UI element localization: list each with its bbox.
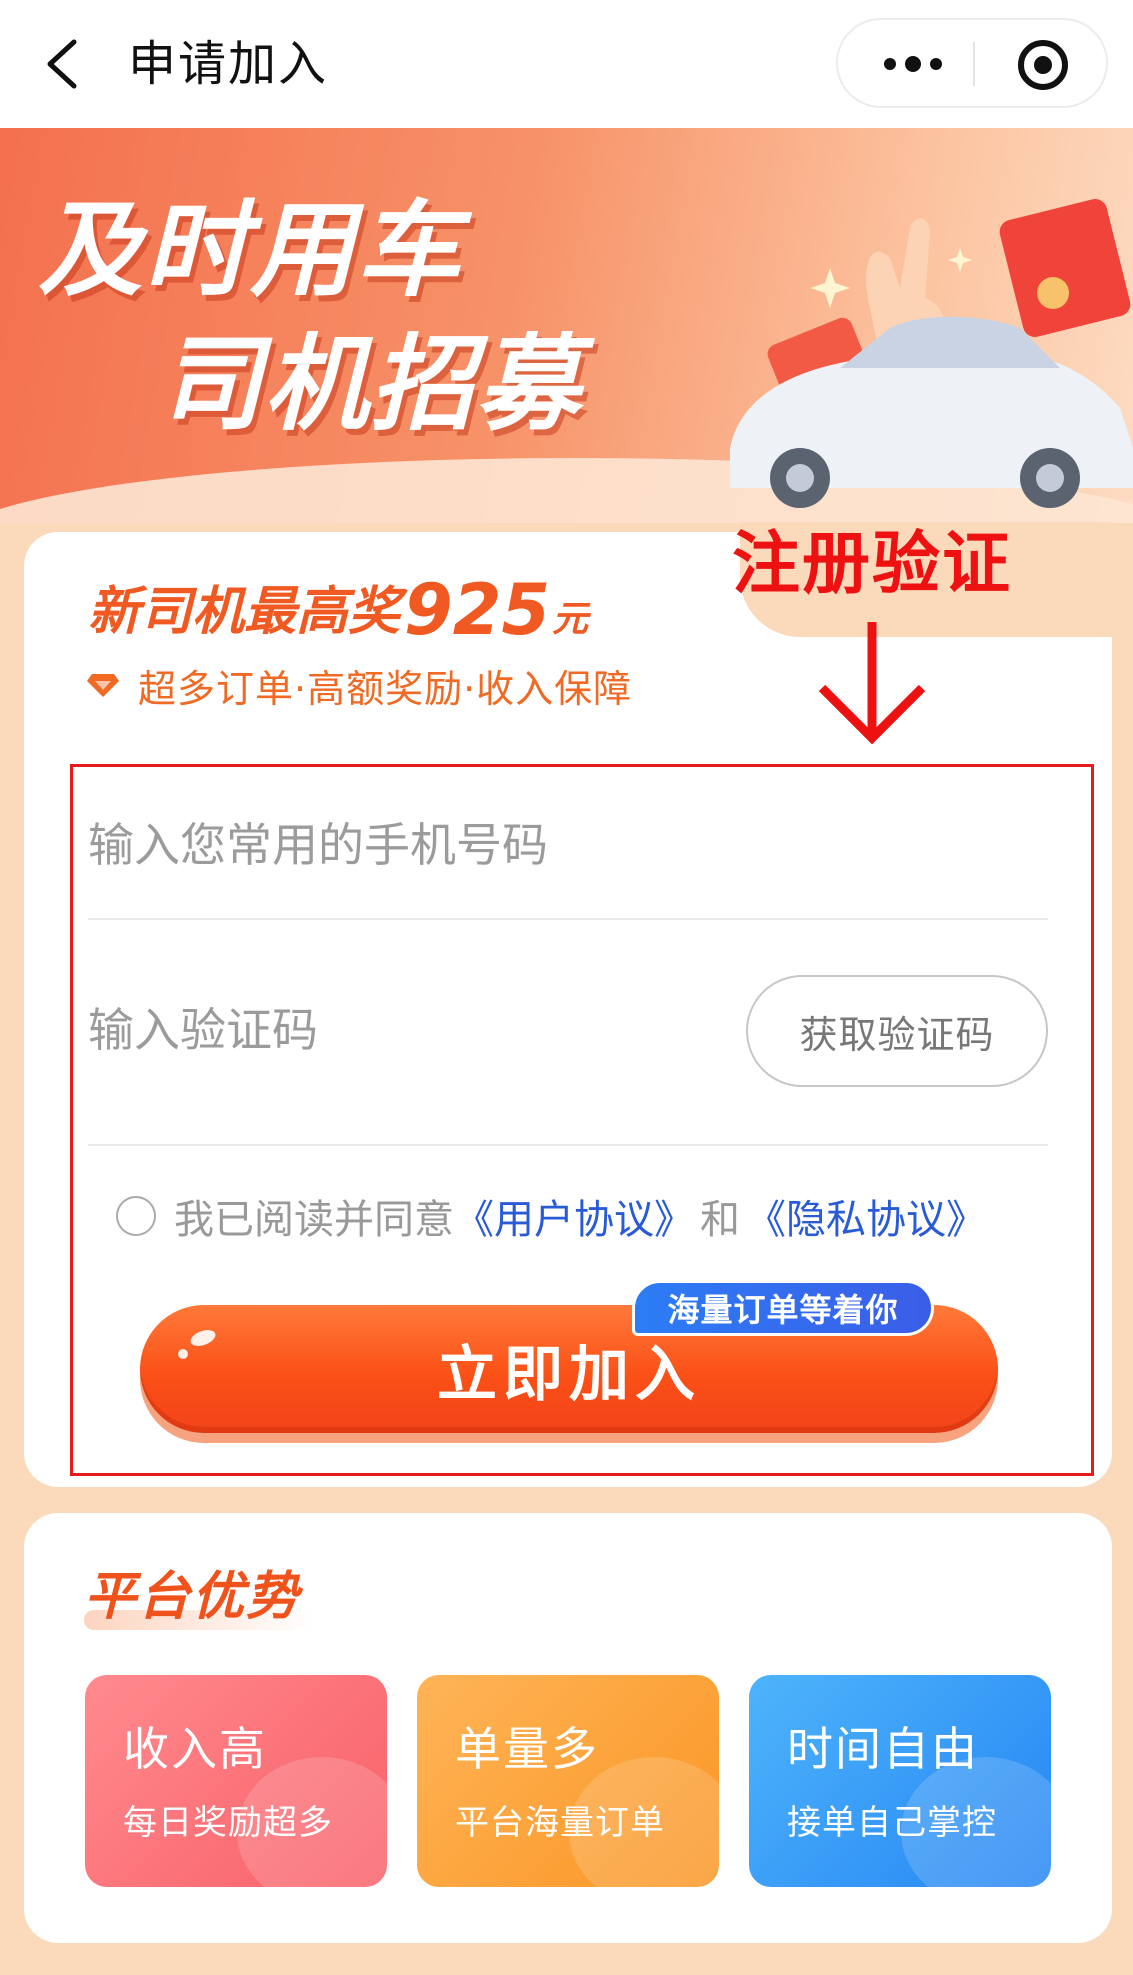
banner-title-line1: 及时用车 bbox=[38, 189, 463, 311]
capsule-divider bbox=[973, 42, 975, 86]
agreement-and: 和 bbox=[700, 1197, 740, 1243]
feature-title: 单量多 bbox=[455, 1722, 599, 1776]
feature-card-income[interactable]: 收入高 每日奖励超多 bbox=[85, 1675, 387, 1887]
feature-title: 时间自由 bbox=[787, 1722, 979, 1776]
banner-title-line2: 司机招募 bbox=[158, 323, 583, 445]
divider bbox=[88, 1144, 1048, 1146]
page-title: 申请加入 bbox=[128, 36, 329, 92]
divider bbox=[88, 918, 1048, 920]
platform-advantages-title: 平台优势 bbox=[84, 1567, 301, 1627]
headline: 新司机最高奖 925 元 bbox=[88, 565, 588, 645]
navigation-bar: 申请加入 bbox=[0, 0, 1133, 128]
user-agreement-link[interactable]: 《用户协议》 bbox=[454, 1187, 694, 1245]
agreement-radio[interactable] bbox=[116, 1196, 156, 1236]
feature-title: 收入高 bbox=[123, 1722, 267, 1776]
feature-subtitle: 接单自己掌控 bbox=[787, 1803, 997, 1843]
feature-card-orders[interactable]: 单量多 平台海量订单 bbox=[417, 1675, 719, 1887]
feature-subtitle: 每日奖励超多 bbox=[123, 1803, 333, 1843]
verification-code-input[interactable] bbox=[88, 985, 688, 1075]
car-illustration bbox=[730, 199, 1133, 508]
agreement-row: 我已阅读并同意 《用户协议》 和 《隐私协议》 bbox=[116, 1188, 986, 1244]
diamond-icon bbox=[87, 674, 119, 697]
phone-input[interactable] bbox=[88, 800, 1048, 890]
chevron-left-icon[interactable] bbox=[38, 36, 88, 92]
arrow-down-icon bbox=[818, 622, 926, 745]
agreement-prefix: 我已阅读并同意 bbox=[174, 1197, 454, 1243]
headline-amount: 925 bbox=[404, 569, 551, 651]
recruitment-banner: 及时用车 司机招募 bbox=[0, 128, 1133, 523]
benefits-subline: 超多订单·高额奖励·收入保障 bbox=[86, 660, 633, 711]
feature-subtitle: 平台海量订单 bbox=[455, 1803, 665, 1843]
annotation-label: 注册验证 bbox=[732, 525, 1013, 604]
more-dots-icon[interactable] bbox=[878, 42, 948, 86]
promo-badge: 海量订单等着你 bbox=[632, 1280, 934, 1336]
feature-card-freedom[interactable]: 时间自由 接单自己掌控 bbox=[749, 1675, 1051, 1887]
button-highlight bbox=[178, 1349, 188, 1359]
get-code-button[interactable]: 获取验证码 bbox=[746, 975, 1048, 1087]
mini-program-capsule bbox=[836, 18, 1108, 108]
subline-text: 超多订单·高额奖励·收入保障 bbox=[138, 666, 633, 711]
target-circle-icon[interactable] bbox=[1016, 38, 1070, 92]
headline-text: 新司机最高奖 bbox=[88, 582, 401, 642]
privacy-agreement-link[interactable]: 《隐私协议》 bbox=[746, 1187, 986, 1245]
headline-unit: 元 bbox=[552, 599, 589, 640]
button-highlight bbox=[188, 1326, 218, 1350]
join-now-label: 立即加入 bbox=[437, 1339, 701, 1410]
